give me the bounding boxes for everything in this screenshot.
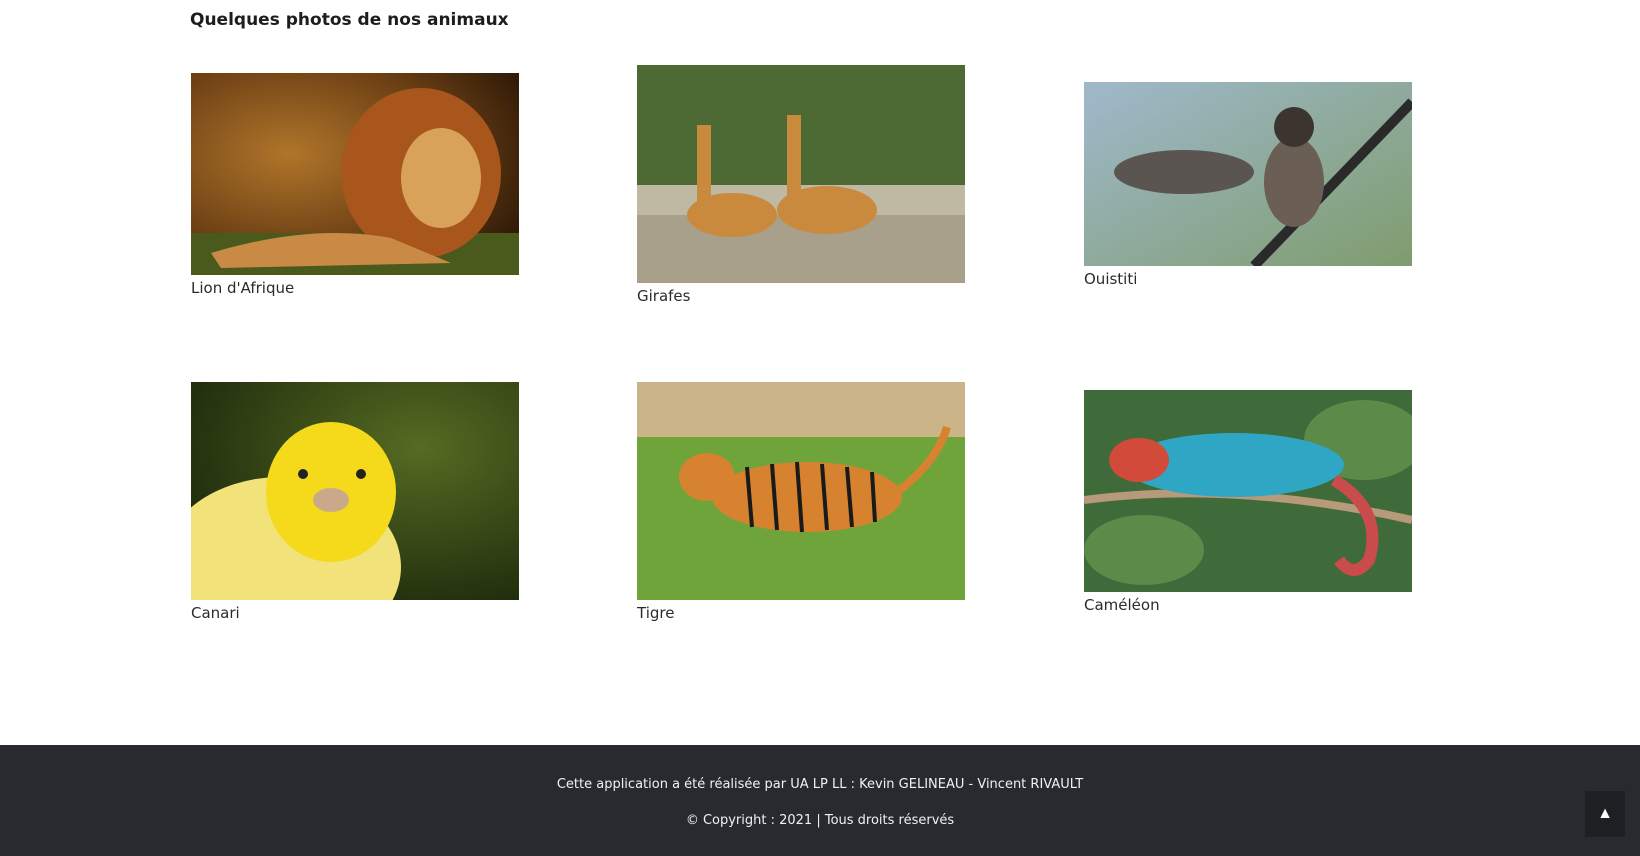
lion-caption: Lion d'Afrique: [191, 279, 295, 297]
canari-photo[interactable]: [191, 382, 519, 600]
footer-credit: Cette application a été réalisée par UA …: [556, 777, 1084, 792]
lion-photo[interactable]: [191, 73, 519, 275]
cameleon-caption: Caméléon: [1084, 596, 1160, 614]
gallery-title: Quelques photos de nos animaux: [190, 10, 509, 30]
footer-copyright: © Copyright : 2021 | Tous droits réservé…: [685, 813, 955, 828]
gallery-card-lion: Lion d'Afrique: [191, 73, 519, 297]
gallery-card-canari: Canari: [191, 382, 519, 622]
up-triangle-icon: ▲: [1597, 805, 1613, 822]
gallery-card-cameleon: Caméléon: [1084, 390, 1412, 614]
canari-caption: Canari: [191, 604, 240, 622]
giraffe-caption: Girafes: [637, 287, 691, 305]
tigre-photo[interactable]: [637, 382, 965, 600]
gallery-card-giraffe: Girafes: [637, 65, 965, 305]
back-to-top-button[interactable]: ▲: [1585, 791, 1625, 837]
ouistiti-photo[interactable]: [1084, 82, 1412, 266]
gallery-card-tigre: Tigre: [637, 382, 965, 622]
ouistiti-caption: Ouistiti: [1084, 270, 1138, 288]
tigre-caption: Tigre: [637, 604, 675, 622]
giraffe-photo[interactable]: [637, 65, 965, 283]
footer: Cette application a été réalisée par UA …: [0, 745, 1640, 856]
gallery-card-ouistiti: Ouistiti: [1084, 82, 1412, 288]
cameleon-photo[interactable]: [1084, 390, 1412, 592]
